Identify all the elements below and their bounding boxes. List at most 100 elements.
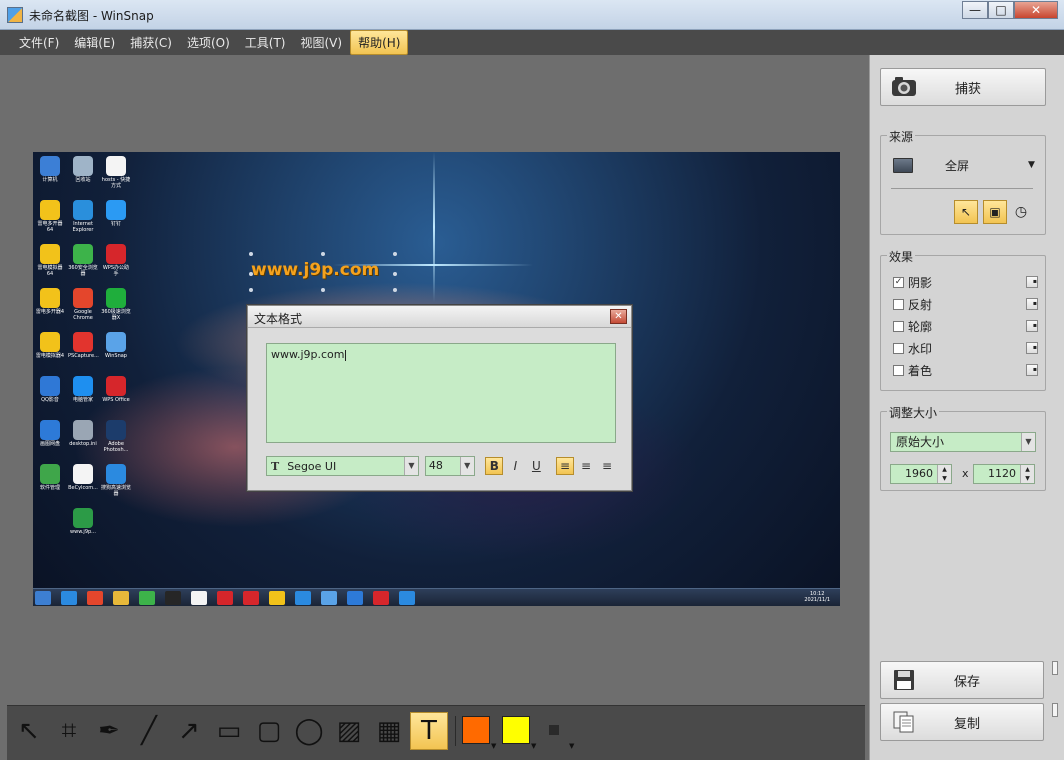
text-tool[interactable]: T <box>410 712 448 750</box>
menu-help[interactable]: 帮助(H) <box>350 30 409 55</box>
effect-option-row[interactable]: 轮廓 ▪ <box>893 317 1038 335</box>
shape-style-swatch[interactable] <box>549 725 559 735</box>
pixelate-tool[interactable]: ▦ <box>370 712 408 750</box>
desktop-icon[interactable]: PSCapture... <box>68 332 99 359</box>
annotation-text-field[interactable]: www.j9p.com <box>266 343 616 443</box>
effect-option-row[interactable]: 水印 ▪ <box>893 339 1038 357</box>
desktop-icon[interactable]: WPS Office <box>101 376 131 403</box>
chevron-down-icon[interactable]: ▼ <box>1021 433 1035 451</box>
save-options-handle[interactable] <box>1052 661 1058 675</box>
chevron-down-icon[interactable]: ▼ <box>491 742 496 750</box>
desktop-icon[interactable]: 360极速浏览器X <box>101 288 131 321</box>
desktop-icon[interactable]: Google Chrome <box>68 288 98 321</box>
capture-button[interactable]: 捕获 <box>880 68 1046 106</box>
window-capture-button[interactable]: ▣ <box>983 200 1007 224</box>
menu-tools[interactable]: 工具(T) <box>238 31 293 54</box>
taskbar-app-icon[interactable] <box>399 591 415 605</box>
secondary-color-swatch[interactable] <box>502 716 530 744</box>
crop-tool[interactable]: ⌗ <box>50 712 88 750</box>
stepper-arrows-icon[interactable]: ▲ ▼ <box>937 465 951 483</box>
effect-settings-button[interactable]: ▪ <box>1026 342 1038 354</box>
selection-handle[interactable] <box>393 272 397 276</box>
effect-option-row[interactable]: 着色 ▪ <box>893 361 1038 379</box>
font-family-select[interactable]: T Segoe UI ▼ <box>266 456 419 476</box>
height-stepper[interactable]: 1120 ▲ ▼ <box>973 464 1035 484</box>
desktop-icon[interactable]: 计算机 <box>35 156 65 183</box>
ellipse-tool[interactable]: ◯ <box>290 712 328 750</box>
desktop-icon[interactable]: BeCylcom... <box>68 464 98 491</box>
taskbar-app-icon[interactable] <box>295 591 311 605</box>
effect-settings-button[interactable]: ▪ <box>1026 320 1038 332</box>
width-stepper[interactable]: 1960 ▲ ▼ <box>890 464 952 484</box>
line-tool[interactable]: ╱ <box>130 712 168 750</box>
align-center-button[interactable]: ≡ <box>577 457 595 475</box>
effect-checkbox[interactable] <box>893 320 904 332</box>
desktop-icon[interactable]: desktop.ini <box>68 420 98 447</box>
taskbar-app-icon[interactable] <box>61 591 77 605</box>
menu-view[interactable]: 视图(V) <box>294 31 350 54</box>
font-size-select[interactable]: 48 ▼ <box>424 456 475 476</box>
effect-option-row[interactable]: 反射 ▪ <box>893 295 1038 313</box>
effect-settings-button[interactable]: ▪ <box>1026 276 1038 288</box>
minimize-button[interactable]: — <box>962 1 988 19</box>
desktop-icon[interactable]: 电脑管家 <box>68 376 98 403</box>
menu-file[interactable]: 文件(F) <box>12 31 66 54</box>
hatch-tool[interactable]: ▨ <box>330 712 368 750</box>
selection-handle[interactable] <box>321 252 325 256</box>
desktop-icon[interactable]: 雷电模拟器4 <box>35 332 65 359</box>
primary-color-swatch[interactable] <box>462 716 490 744</box>
taskbar-app-icon[interactable] <box>113 591 129 605</box>
taskbar-app-icon[interactable] <box>269 591 285 605</box>
taskbar-app-icon[interactable] <box>321 591 337 605</box>
effect-checkbox[interactable] <box>893 298 904 310</box>
selection-handle[interactable] <box>249 252 253 256</box>
taskbar-app-icon[interactable] <box>373 591 389 605</box>
effect-checkbox[interactable] <box>893 342 904 354</box>
dialog-close-button[interactable]: ✕ <box>610 309 627 324</box>
save-button[interactable]: 保存 <box>880 661 1044 699</box>
effect-checkbox[interactable]: ✓ <box>893 276 904 288</box>
underline-button[interactable]: U <box>527 457 545 475</box>
pen-tool[interactable]: ✒ <box>90 712 128 750</box>
desktop-icon[interactable]: 钉钉 <box>101 200 131 227</box>
arrow-tool[interactable]: ↗ <box>170 712 208 750</box>
desktop-icon[interactable]: Adobe Photosh... <box>101 420 131 453</box>
taskbar-app-icon[interactable] <box>243 591 259 605</box>
desktop-icon[interactable]: 软件管理 <box>35 464 65 491</box>
selection-handle[interactable] <box>321 288 325 292</box>
pointer-capture-button[interactable]: ↖ <box>954 200 978 224</box>
taskbar-app-icon[interactable] <box>87 591 103 605</box>
selection-handle[interactable] <box>393 288 397 292</box>
close-button[interactable]: ✕ <box>1014 1 1058 19</box>
taskbar-app-icon[interactable] <box>139 591 155 605</box>
chevron-down-icon[interactable]: ▼ <box>459 457 474 475</box>
desktop-icon[interactable]: 画图网盘 <box>35 420 65 447</box>
selection-handle[interactable] <box>393 252 397 256</box>
desktop-icon[interactable]: 雷电多开器64 <box>35 200 65 233</box>
taskbar-app-icon[interactable] <box>165 591 181 605</box>
desktop-icon[interactable]: WPS办公助手 <box>101 244 131 277</box>
text-annotation[interactable]: www.j9p.com <box>251 260 379 280</box>
menu-edit[interactable]: 编辑(E) <box>67 31 122 54</box>
desktop-icon[interactable]: hosts - 快捷方式 <box>101 156 131 189</box>
align-left-button[interactable]: ≡ <box>555 457 574 475</box>
taskbar-app-icon[interactable] <box>347 591 363 605</box>
desktop-icon[interactable]: 回收站 <box>68 156 98 183</box>
taskbar-app-icon[interactable] <box>217 591 233 605</box>
effect-checkbox[interactable] <box>893 364 904 376</box>
effect-option-row[interactable]: ✓ 阴影 ▪ <box>893 273 1038 291</box>
source-mode-select[interactable]: 全屏 ▼ <box>893 154 1038 176</box>
stepper-arrows-icon[interactable]: ▲ ▼ <box>1020 465 1034 483</box>
taskbar-app-icon[interactable] <box>35 591 51 605</box>
taskbar-app-icon[interactable] <box>191 591 207 605</box>
maximize-button[interactable]: □ <box>988 1 1014 19</box>
chevron-down-icon[interactable]: ▼ <box>403 457 418 475</box>
delay-timer-button[interactable]: ◷ <box>1011 202 1031 222</box>
italic-button[interactable]: I <box>506 457 524 475</box>
menu-capture[interactable]: 捕获(C) <box>123 31 179 54</box>
desktop-icon[interactable]: www.j9p... <box>68 508 98 535</box>
desktop-icon[interactable]: Internet Explorer <box>68 200 98 233</box>
desktop-icon[interactable]: 360安全浏览器 <box>68 244 98 277</box>
selection-handle[interactable] <box>249 272 253 276</box>
copy-options-handle[interactable] <box>1052 703 1058 717</box>
